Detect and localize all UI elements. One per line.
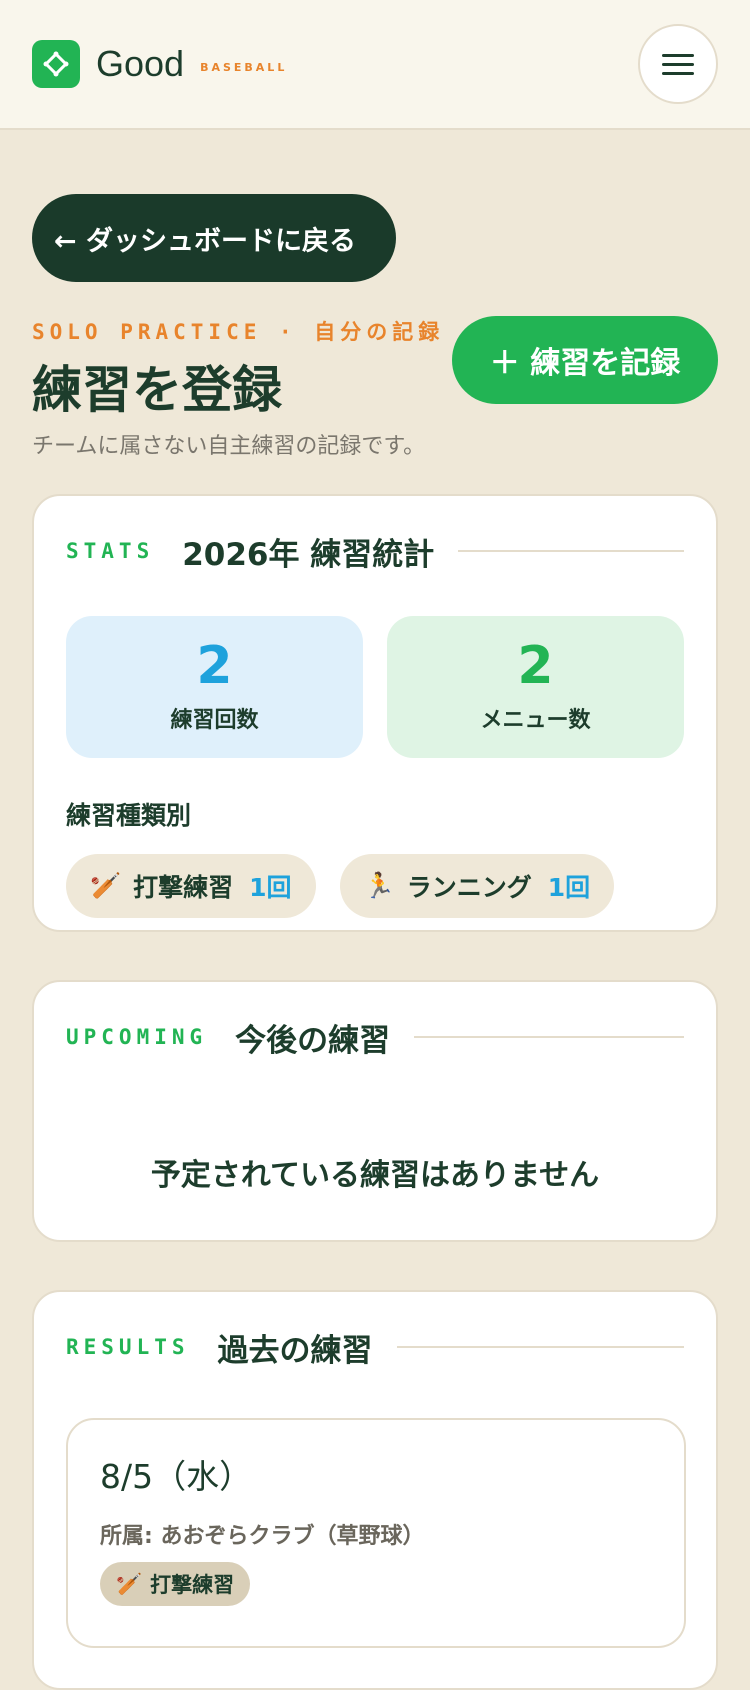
menu-count-tile: 2 メニュー数: [387, 616, 684, 758]
entry-affiliation: 所属: あおぞらクラブ（草野球）: [100, 1524, 425, 1549]
app-header: Good BASEBALL: [0, 0, 750, 130]
brand-subtitle: BASEBALL: [200, 60, 288, 74]
hamburger-icon: [662, 53, 694, 57]
entry-type-label: 打撃練習: [150, 1573, 235, 1597]
entry-type-tag: 🏏 打撃練習: [100, 1562, 251, 1606]
divider: [414, 1036, 684, 1038]
type-chip-name: ランニング: [406, 873, 532, 902]
bat-icon: 🏏: [116, 1571, 143, 1596]
practice-count-label: 練習回数: [170, 708, 259, 733]
runner-icon: 🏃: [363, 871, 395, 900]
type-breakdown-heading: 練習種類別: [66, 801, 192, 830]
upcoming-title: 今後の練習: [235, 1022, 391, 1059]
stats-kicker: STATS: [66, 539, 155, 563]
upcoming-empty-message: 予定されている練習はありません: [150, 1158, 600, 1193]
type-chip-count: 1回: [547, 873, 591, 902]
practice-entry-card[interactable]: 8/5（水） 所属: あおぞらクラブ（草野球） 🏏 打撃練習: [66, 1418, 686, 1648]
results-title: 過去の練習: [217, 1332, 373, 1369]
brand-name[interactable]: Good: [96, 43, 184, 85]
stats-title: 2026年 練習統計: [182, 536, 435, 573]
upcoming-card: UPCOMING 今後の練習 予定されている練習はありません: [32, 980, 718, 1242]
results-kicker: RESULTS: [66, 1335, 190, 1359]
type-chip-name: 打撃練習: [133, 873, 234, 902]
divider: [458, 550, 684, 552]
menu-count-value: 2: [517, 636, 554, 696]
type-chip-count: 1回: [249, 873, 292, 902]
upcoming-kicker: UPCOMING: [66, 1025, 208, 1049]
divider: [396, 1346, 684, 1348]
practice-count-value: 2: [196, 636, 233, 696]
bat-icon: 🏏: [90, 871, 122, 900]
record-practice-label: ＋ 練習を記録: [489, 346, 681, 381]
page-eyebrow: SOLO PRACTICE · 自分の記録: [32, 320, 445, 344]
page-title: 練習を登録: [32, 361, 282, 419]
type-chip-running[interactable]: 🏃 ランニング 1回: [339, 854, 615, 918]
back-label: ← ダッシュボードに戻る: [54, 225, 357, 257]
record-practice-button[interactable]: ＋ 練習を記録: [452, 316, 718, 404]
results-card: RESULTS 過去の練習 8/5（水） 所属: あおぞらクラブ（草野球） 🏏 …: [32, 1290, 718, 1690]
type-chip-batting[interactable]: 🏏 打撃練習 1回: [66, 854, 316, 918]
practice-count-tile: 2 練習回数: [66, 616, 363, 758]
menu-count-label: メニュー数: [480, 708, 591, 733]
entry-date: 8/5（水）: [100, 1457, 253, 1496]
stats-card: STATS 2026年 練習統計 2 練習回数 2 メニュー数 練習種類別 🏏 …: [32, 494, 718, 932]
hamburger-menu-button[interactable]: [638, 24, 718, 104]
back-to-dashboard-button[interactable]: ← ダッシュボードに戻る: [32, 194, 396, 282]
page-subtitle: チームに属さない自主練習の記録です。: [32, 434, 426, 459]
diamond-icon[interactable]: [32, 40, 80, 88]
